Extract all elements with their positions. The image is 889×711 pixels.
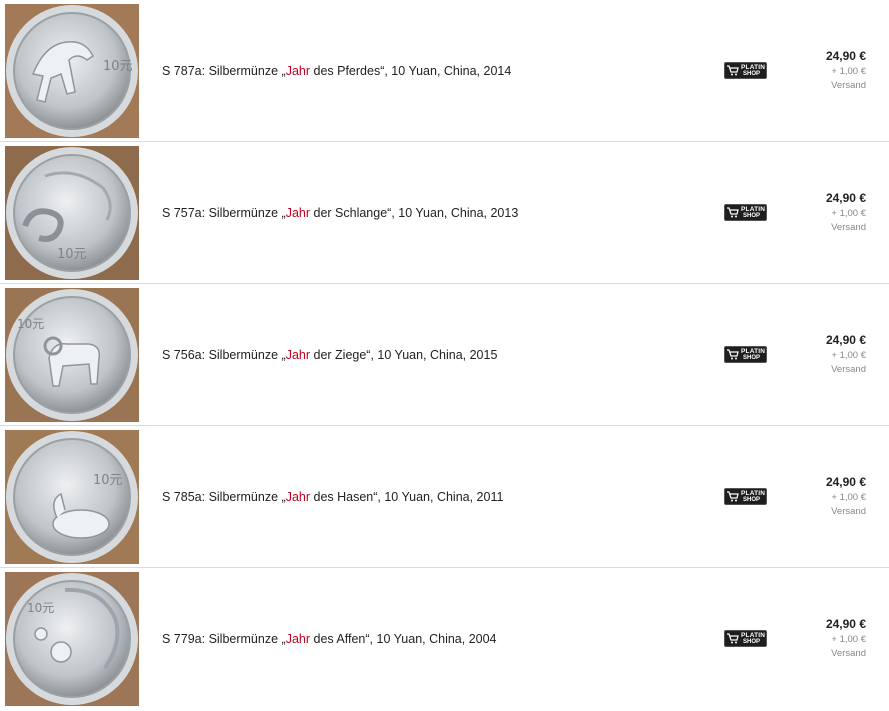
platin-shop-badge: PLATIN SHOP xyxy=(724,62,767,79)
shipping-label: Versand xyxy=(831,364,866,375)
price: 24,90 € xyxy=(825,475,866,489)
cart-icon xyxy=(727,207,739,218)
cart-icon xyxy=(727,349,739,360)
shipping-cost: + 1,00 € xyxy=(831,634,866,645)
listing-title[interactable]: S 757a: Silbermünze „Jahr der Schlange“,… xyxy=(162,206,518,220)
coin-denomination: 10元 xyxy=(93,473,123,488)
cart-icon xyxy=(727,491,739,502)
shipping-label: Versand xyxy=(831,222,866,233)
listing-row[interactable]: 10元 S 757a: Silbermünze „Jahr der Schlan… xyxy=(0,142,889,284)
shipping-cost: + 1,00 € xyxy=(831,208,866,219)
listing-row[interactable]: 10元 S 779a: Silbermünze „Jahr des Affen“… xyxy=(0,568,889,710)
platin-shop-badge: PLATIN SHOP xyxy=(724,346,767,363)
snake-coin-image[interactable]: 10元 xyxy=(5,146,139,280)
platin-shop-badge: PLATIN SHOP xyxy=(724,204,767,221)
goat-coin-image[interactable]: 10元 xyxy=(5,288,139,422)
price: 24,90 € xyxy=(825,617,866,631)
rabbit-coin-image[interactable]: 10元 xyxy=(5,430,139,564)
listing-title[interactable]: S 756a: Silbermünze „Jahr der Ziege“, 10… xyxy=(162,348,497,362)
platin-shop-badge: PLATIN SHOP xyxy=(724,488,767,505)
listing-row[interactable]: 10元 S 756a: Silbermünze „Jahr der Ziege“… xyxy=(0,284,889,426)
coin-denomination: 10元 xyxy=(27,601,54,615)
listing-row[interactable]: 10元 S 785a: Silbermünze „Jahr des Hasen“… xyxy=(0,426,889,568)
shipping-label: Versand xyxy=(831,648,866,659)
shipping-label: Versand xyxy=(831,506,866,517)
listing-list: 10元 S 787a: Silbermünze „Jahr des Pferde… xyxy=(0,0,889,710)
listing-title[interactable]: S 779a: Silbermünze „Jahr des Affen“, 10… xyxy=(162,632,497,646)
coin-denomination: 10元 xyxy=(57,247,87,262)
shipping-cost: + 1,00 € xyxy=(831,66,866,77)
coin-denomination: 10元 xyxy=(103,59,133,74)
price: 24,90 € xyxy=(825,191,866,205)
cart-icon xyxy=(727,65,739,76)
shipping-cost: + 1,00 € xyxy=(831,350,866,361)
listing-title[interactable]: S 787a: Silbermünze „Jahr des Pferdes“, … xyxy=(162,64,511,78)
horse-coin-image[interactable]: 10元 xyxy=(5,4,139,138)
platin-shop-badge: PLATIN SHOP xyxy=(724,630,767,647)
price: 24,90 € xyxy=(825,333,866,347)
coin-denomination: 10元 xyxy=(17,317,44,331)
price: 24,90 € xyxy=(825,49,866,63)
cart-icon xyxy=(727,633,739,644)
monkey-coin-image[interactable]: 10元 xyxy=(5,572,139,706)
listing-title[interactable]: S 785a: Silbermünze „Jahr des Hasen“, 10… xyxy=(162,490,503,504)
shipping-label: Versand xyxy=(831,80,866,91)
shipping-cost: + 1,00 € xyxy=(831,492,866,503)
listing-row[interactable]: 10元 S 787a: Silbermünze „Jahr des Pferde… xyxy=(0,0,889,142)
